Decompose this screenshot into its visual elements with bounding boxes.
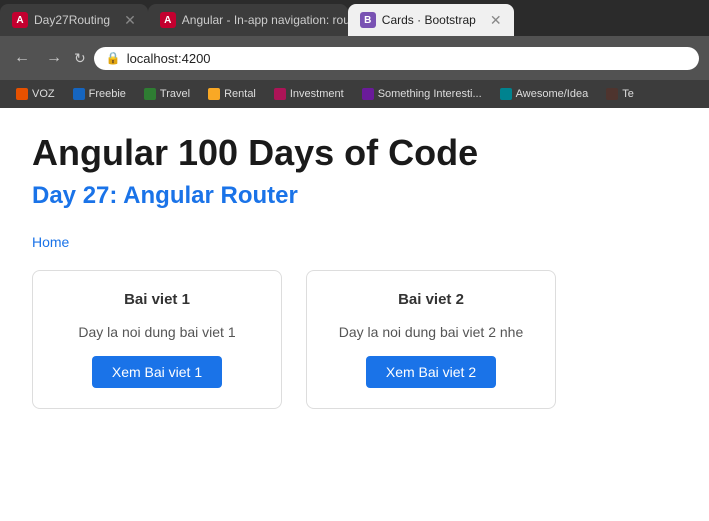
card-1-title: Bai viet 1	[124, 291, 190, 308]
bookmark-label-voz: VOZ	[32, 88, 55, 100]
tab-angular-routing[interactable]: A Angular - In-app navigation: rou... ✕	[148, 4, 348, 36]
browser-chrome: A Day27Routing ✕ A Angular - In-app navi…	[0, 0, 709, 518]
bookmark-icon-rental	[208, 88, 220, 100]
tab-day27routing[interactable]: A Day27Routing ✕	[0, 4, 148, 36]
card-2: Bai viet 2 Day la noi dung bai viet 2 nh…	[306, 270, 556, 409]
tab-cards-bootstrap[interactable]: B Cards · Bootstrap ✕	[348, 4, 514, 36]
forward-button[interactable]: →	[42, 49, 66, 67]
page-subtitle: Day 27: Angular Router	[32, 182, 677, 210]
card-2-button[interactable]: Xem Bai viet 2	[366, 356, 496, 388]
bookmark-label-travel: Travel	[160, 88, 190, 100]
bookmark-label-freebie: Freebie	[89, 88, 126, 100]
bookmark-freebie[interactable]: Freebie	[65, 86, 134, 102]
tab-close-1[interactable]: ✕	[116, 12, 136, 29]
card-1-content: Day la noi dung bai viet 1	[78, 324, 235, 340]
lock-icon: 🔒	[106, 51, 121, 65]
bookmark-something[interactable]: Something Interesti...	[354, 86, 490, 102]
bookmark-rental[interactable]: Rental	[200, 86, 264, 102]
tab-label-2: Angular - In-app navigation: rou...	[182, 13, 348, 27]
tab-bar: A Day27Routing ✕ A Angular - In-app navi…	[0, 0, 709, 36]
bookmark-icon-voz	[16, 88, 28, 100]
cursor-area	[32, 409, 677, 439]
page-content: Angular 100 Days of Code Day 27: Angular…	[0, 108, 709, 518]
tab-label-3: Cards · Bootstrap	[382, 13, 476, 27]
tab-icon-angular2: A	[160, 12, 176, 28]
bookmark-te[interactable]: Te	[598, 86, 642, 102]
tab-icon-bootstrap: B	[360, 12, 376, 28]
bookmark-awesome[interactable]: Awesome/Idea	[492, 86, 597, 102]
tab-label-1: Day27Routing	[34, 13, 110, 27]
bookmark-label-something: Something Interesti...	[378, 88, 482, 100]
bookmark-label-investment: Investment	[290, 88, 344, 100]
tab-icon-angular1: A	[12, 12, 28, 28]
bookmark-icon-awesome	[500, 88, 512, 100]
address-bar: ← → ↻ 🔒 localhost:4200	[0, 36, 709, 80]
url-text: localhost:4200	[127, 51, 211, 66]
bookmark-label-rental: Rental	[224, 88, 256, 100]
bookmark-icon-investment	[274, 88, 286, 100]
tab-close-3[interactable]: ✕	[482, 12, 502, 29]
reload-button[interactable]: ↻	[74, 50, 86, 67]
home-nav-link[interactable]: Home	[32, 234, 69, 250]
bookmark-investment[interactable]: Investment	[266, 86, 352, 102]
card-2-content: Day la noi dung bai viet 2 nhe	[339, 324, 523, 340]
card-2-title: Bai viet 2	[398, 291, 464, 308]
url-bar[interactable]: 🔒 localhost:4200	[94, 47, 699, 70]
bookmark-icon-freebie	[73, 88, 85, 100]
bookmark-label-awesome: Awesome/Idea	[516, 88, 589, 100]
card-1: Bai viet 1 Day la noi dung bai viet 1 Xe…	[32, 270, 282, 409]
bookmark-icon-travel	[144, 88, 156, 100]
cards-container: Bai viet 1 Day la noi dung bai viet 1 Xe…	[32, 270, 677, 409]
card-1-button[interactable]: Xem Bai viet 1	[92, 356, 222, 388]
bookmarks-bar: VOZ Freebie Travel Rental Investment Som…	[0, 80, 709, 108]
bookmark-icon-something	[362, 88, 374, 100]
bookmark-travel[interactable]: Travel	[136, 86, 198, 102]
bookmark-icon-te	[606, 88, 618, 100]
bookmark-voz[interactable]: VOZ	[8, 86, 63, 102]
back-button[interactable]: ←	[10, 49, 34, 67]
bookmark-label-te: Te	[622, 88, 634, 100]
page-title: Angular 100 Days of Code	[32, 132, 677, 174]
